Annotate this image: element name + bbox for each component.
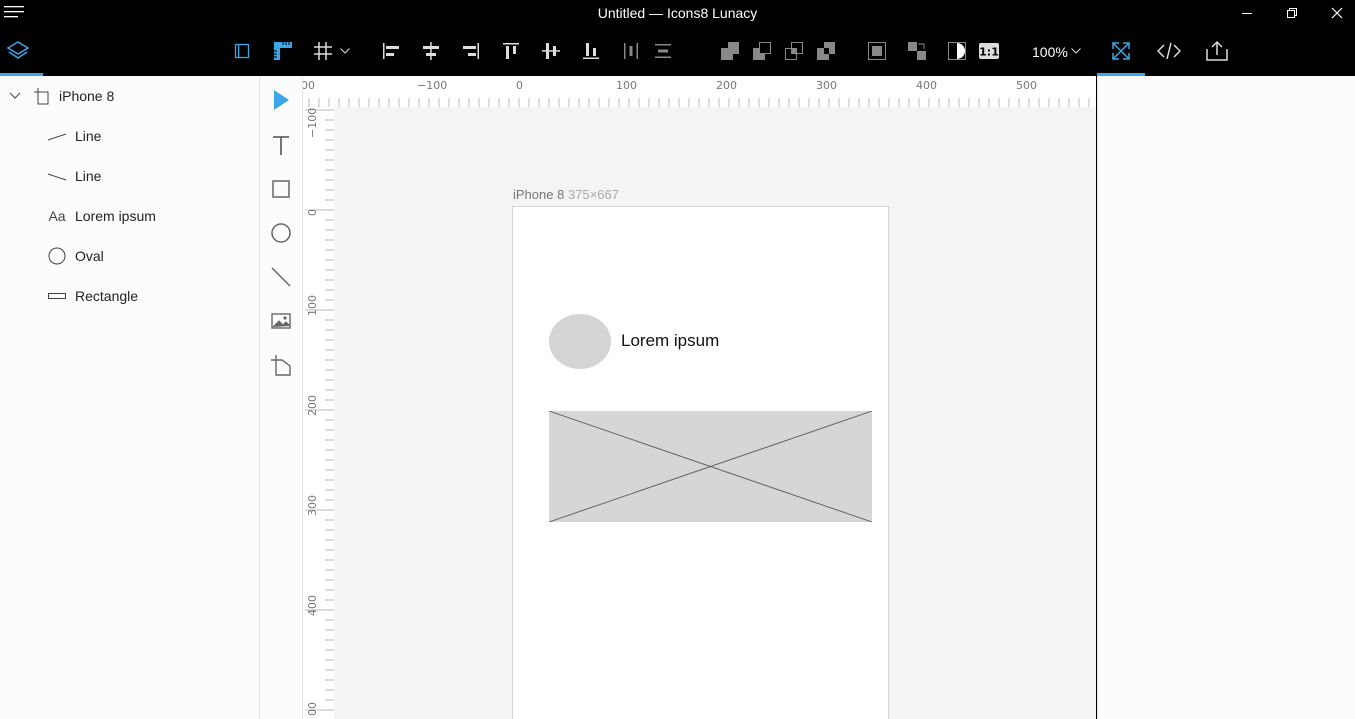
vertical-ruler[interactable]: −100 0 100 200 300 400 00 [303, 107, 334, 719]
chevron-down-icon[interactable] [5, 88, 25, 104]
ruler-icon[interactable] [271, 39, 295, 63]
align-top-icon[interactable] [499, 39, 523, 63]
align-center-horizontal-icon[interactable] [419, 39, 443, 63]
select-tool-icon[interactable] [269, 88, 293, 112]
window-title: Untitled — Icons8 Lunacy [597, 5, 758, 21]
oval-tool-icon[interactable] [269, 221, 293, 245]
boolean-union-icon[interactable] [718, 39, 742, 63]
actual-size-icon[interactable]: 1:1 [977, 39, 1001, 63]
canvas[interactable]: iPhone 8 375×667 Lorem ipsum [334, 107, 1096, 719]
grid-icon[interactable] [311, 39, 335, 63]
line-down-icon [47, 168, 67, 184]
layers-icon[interactable] [6, 39, 30, 63]
layer-item[interactable]: Aa Lorem ipsum [0, 196, 259, 236]
restore-button[interactable] [1269, 0, 1315, 26]
layer-item[interactable]: Line [0, 116, 259, 156]
text-layer-icon: Aa [48, 208, 66, 224]
ruler-label: −100 [417, 79, 447, 92]
tools-panel [260, 76, 303, 719]
ruler-label: 0 [306, 209, 319, 216]
distribute-horizontal-icon[interactable] [619, 39, 643, 63]
ruler-label: 400 [306, 595, 319, 616]
zoom-level[interactable]: 100% [1032, 44, 1068, 60]
text-tool-icon[interactable] [269, 133, 293, 157]
text-layer[interactable]: Lorem ipsum [621, 331, 719, 351]
oval-shape[interactable] [549, 314, 611, 369]
code-icon[interactable] [1157, 39, 1181, 63]
ruler-label: 200 [716, 79, 737, 92]
artboard-size: 375×667 [567, 187, 619, 202]
title-bar: Untitled — Icons8 Lunacy [0, 0, 1355, 26]
rectangle-tool-icon[interactable] [269, 177, 293, 201]
rectangle-layer-icon [47, 288, 67, 304]
layer-label: Line [75, 168, 102, 184]
oval-layer-icon [47, 247, 67, 265]
panel-toggle-icon[interactable] [230, 39, 254, 63]
ruler-label: 00 [306, 702, 319, 716]
artboard-icon [32, 88, 52, 105]
artboard[interactable]: Lorem ipsum [512, 206, 889, 719]
line-up-icon [47, 128, 67, 144]
flatten-icon[interactable] [865, 39, 889, 63]
layer-label: Lorem ipsum [75, 208, 156, 224]
boolean-intersect-icon[interactable] [782, 39, 806, 63]
artboard-name: iPhone 8 [513, 187, 565, 202]
artboard-label[interactable]: iPhone 8 375×667 [513, 187, 619, 202]
ruler-label: 500 [1016, 79, 1037, 92]
toolbar: 1:1 100% [0, 26, 1355, 76]
ruler-label: 0 [516, 79, 523, 92]
properties-panel [1097, 76, 1355, 719]
boolean-subtract-icon[interactable] [750, 39, 774, 63]
grid-dropdown-chevron-icon[interactable] [338, 39, 352, 63]
layer-label: Rectangle [75, 288, 139, 304]
arrange-icon[interactable] [905, 39, 929, 63]
layers-panel: iPhone 8 Line Line Aa Lorem ipsum Oval R… [0, 76, 260, 719]
export-icon[interactable] [1205, 39, 1229, 63]
align-left-icon[interactable] [379, 39, 403, 63]
layer-item[interactable]: Rectangle [0, 276, 259, 316]
layer-label: iPhone 8 [59, 88, 115, 104]
minimize-button[interactable] [1224, 0, 1270, 26]
ruler-label: 300 [306, 495, 319, 516]
line-tool-icon[interactable] [269, 265, 293, 289]
zoom-dropdown-chevron-icon[interactable] [1069, 39, 1083, 63]
align-bottom-icon[interactable] [579, 39, 603, 63]
mask-icon[interactable] [945, 39, 969, 63]
ruler-label: 100 [306, 295, 319, 316]
distribute-vertical-icon[interactable] [651, 39, 675, 63]
ruler-label: 100 [616, 79, 637, 92]
layer-item[interactable]: Oval [0, 236, 259, 276]
ruler-label: −100 [306, 108, 319, 138]
horizontal-ruler[interactable]: 00 −100 0 100 200 300 400 500 [303, 76, 1096, 107]
image-placeholder-rectangle[interactable] [549, 411, 872, 522]
ruler-label: 200 [306, 395, 319, 416]
ruler-label: 00 [303, 79, 315, 92]
fit-to-screen-icon[interactable] [1109, 39, 1133, 63]
layer-label: Line [75, 128, 102, 144]
boolean-difference-icon[interactable] [814, 39, 838, 63]
layer-artboard[interactable]: iPhone 8 [0, 76, 259, 116]
layer-label: Oval [75, 248, 104, 264]
image-tool-icon[interactable] [269, 309, 293, 333]
svg-text:1:1: 1:1 [979, 46, 999, 59]
ruler-label: 400 [916, 79, 937, 92]
ruler-label: 300 [816, 79, 837, 92]
layer-item[interactable]: Line [0, 156, 259, 196]
artboard-tool-icon[interactable] [269, 353, 293, 377]
close-button[interactable] [1314, 0, 1355, 26]
align-middle-vertical-icon[interactable] [539, 39, 563, 63]
align-right-icon[interactable] [459, 39, 483, 63]
